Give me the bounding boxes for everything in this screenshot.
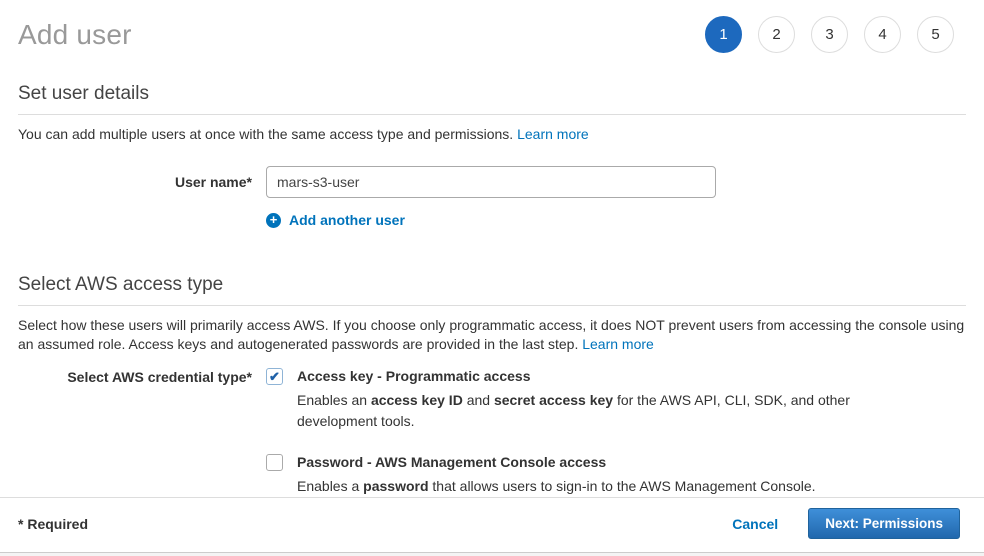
desc-bold: password — [363, 478, 428, 494]
required-note: * Required — [18, 516, 88, 532]
wizard-step-2: 2 — [758, 16, 795, 53]
learn-more-link-access-type[interactable]: Learn more — [582, 336, 654, 352]
access-key-body: Access key - Programmatic access Enables… — [297, 368, 857, 432]
password-title: Password - AWS Management Console access — [297, 454, 816, 470]
access-type-intro: Select how these users will primarily ac… — [18, 316, 966, 354]
wizard-footer: * Required Cancel Next: Permissions — [0, 497, 984, 551]
desc-text: Enables a — [297, 478, 363, 494]
username-label: User name* — [18, 166, 252, 228]
wizard-step-4: 4 — [864, 16, 901, 53]
desc-text: that allows users to sign-in to the AWS … — [429, 478, 816, 494]
bottom-strip — [0, 552, 984, 556]
select-access-type-section: Select AWS access type Select how these … — [18, 274, 966, 497]
password-body: Password - AWS Management Console access… — [297, 454, 816, 497]
cancel-button[interactable]: Cancel — [732, 516, 778, 532]
password-checkbox[interactable] — [266, 454, 283, 471]
wizard-step-3: 3 — [811, 16, 848, 53]
desc-text: and — [463, 392, 494, 408]
footer-actions: Cancel Next: Permissions — [732, 508, 960, 539]
desc-bold: secret access key — [494, 392, 613, 408]
credential-type-label: Select AWS credential type* — [18, 368, 252, 497]
page-header: Add user 1 2 3 4 5 — [18, 0, 966, 53]
username-input[interactable] — [266, 166, 716, 198]
page-title: Add user — [18, 19, 132, 51]
access-type-intro-text: Select how these users will primarily ac… — [18, 317, 964, 352]
user-details-intro: You can add multiple users at once with … — [18, 125, 966, 144]
wizard-steps: 1 2 3 4 5 — [705, 16, 966, 53]
username-field-wrap: + Add another user — [266, 166, 716, 228]
learn-more-link-user-details[interactable]: Learn more — [517, 126, 589, 142]
wizard-step-5: 5 — [917, 16, 954, 53]
credential-type-row: Select AWS credential type* ✔ Access key… — [18, 368, 966, 497]
access-key-checkbox[interactable]: ✔ — [266, 368, 283, 385]
option-access-key: ✔ Access key - Programmatic access Enabl… — [266, 368, 857, 432]
option-password: Password - AWS Management Console access… — [266, 454, 857, 497]
add-user-page: Add user 1 2 3 4 5 Set user details You … — [0, 0, 984, 556]
section-divider — [18, 114, 966, 115]
section-heading-access-type: Select AWS access type — [18, 274, 966, 296]
password-description: Enables a password that allows users to … — [297, 476, 816, 497]
username-row: User name* + Add another user — [18, 166, 966, 228]
next-permissions-button[interactable]: Next: Permissions — [808, 508, 960, 539]
desc-text: Enables an — [297, 392, 371, 408]
credential-options: ✔ Access key - Programmatic access Enabl… — [266, 368, 857, 497]
user-details-intro-text: You can add multiple users at once with … — [18, 126, 513, 142]
add-another-user-label: Add another user — [289, 212, 405, 228]
desc-bold: access key ID — [371, 392, 463, 408]
section-divider — [18, 305, 966, 306]
wizard-step-1: 1 — [705, 16, 742, 53]
access-key-description: Enables an access key ID and secret acce… — [297, 390, 857, 432]
section-heading-user-details: Set user details — [18, 83, 966, 105]
set-user-details-section: Set user details You can add multiple us… — [18, 83, 966, 228]
access-key-title: Access key - Programmatic access — [297, 368, 857, 384]
plus-circle-icon: + — [266, 213, 281, 228]
add-another-user-button[interactable]: + Add another user — [266, 212, 716, 228]
